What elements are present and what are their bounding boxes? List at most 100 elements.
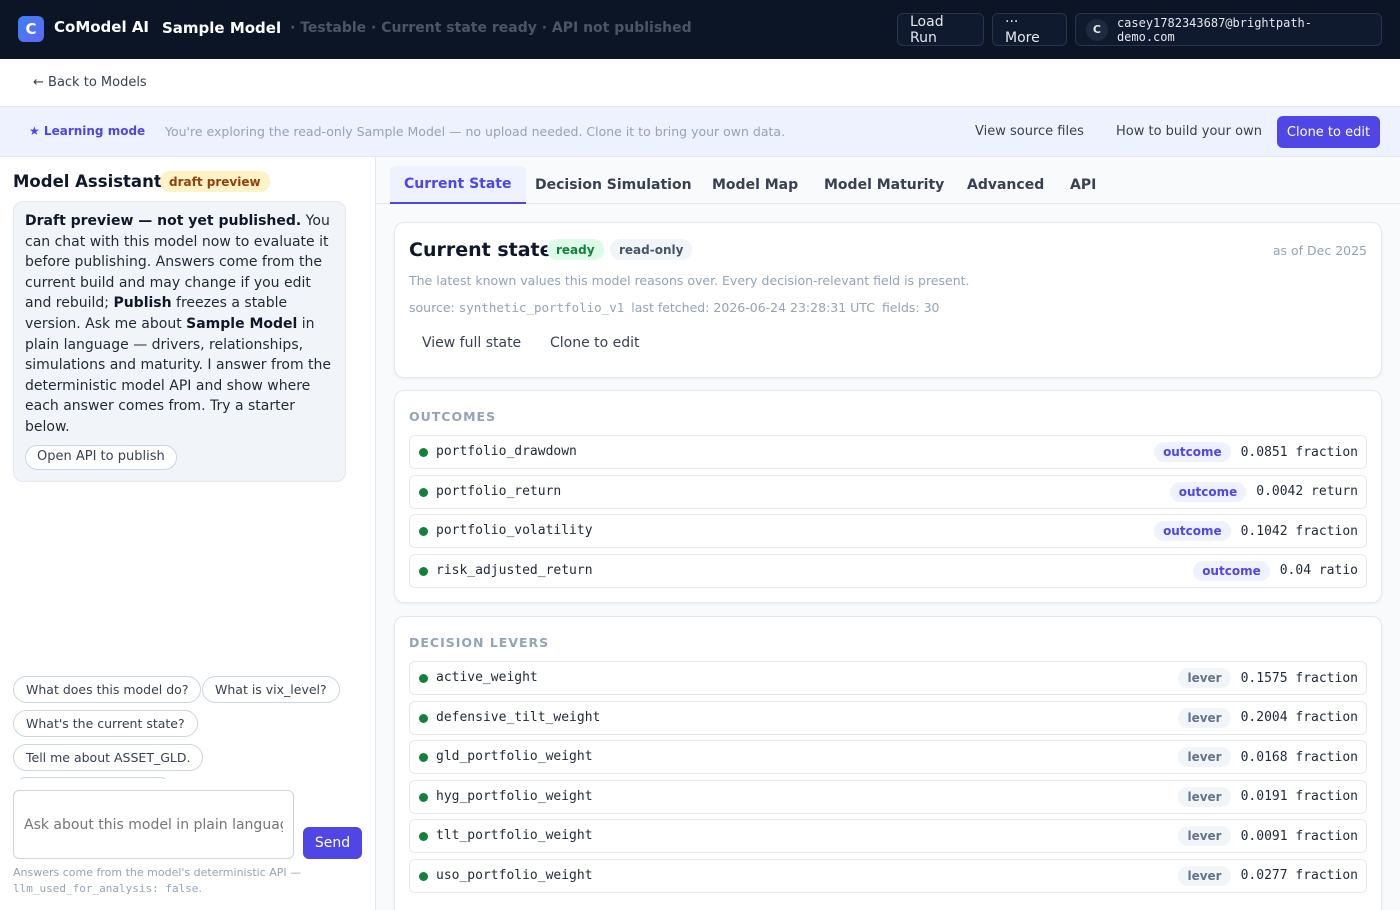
variable-type-tag: lever: [1178, 826, 1231, 846]
table-row[interactable]: portfolio_volatility outcome 0.1042 fracti…: [409, 514, 1367, 548]
variable-name: uso_portfolio_weight: [436, 867, 593, 883]
table-row[interactable]: portfolio_return outcome 0.0042 return: [409, 474, 1367, 509]
back-to-models-link[interactable]: ← Back to Models: [33, 75, 147, 90]
model-status: · Testable · Current state ready · API n…: [290, 20, 692, 36]
table-row[interactable]: risk_adjusted_return outcome 0.04 ratio: [409, 553, 1367, 588]
row-value-group: outcome 0.0042 return: [1169, 481, 1358, 502]
ask-input[interactable]: [13, 790, 294, 859]
row-value-group: lever 0.0191 fraction: [1178, 786, 1358, 807]
footnote-code: llm_used_for_analysis: false: [13, 882, 199, 895]
view-source-files-link[interactable]: View source files: [975, 124, 1084, 139]
current-state-title: Current state: [409, 239, 553, 261]
table-row[interactable]: hyg_portfolio_weight lever 0.0191 fraction: [409, 779, 1367, 814]
variable-type-tag: outcome: [1154, 442, 1231, 462]
draft-preview-badge: draft preview: [160, 171, 270, 192]
view-full-state-button[interactable]: View full state: [422, 335, 521, 351]
variable-value: 0.0277 fraction: [1240, 868, 1358, 883]
variable-value: 0.0191 fraction: [1240, 789, 1358, 804]
state-clone-to-edit-button[interactable]: Clone to edit: [550, 335, 640, 351]
tab-current-state[interactable]: Current State: [390, 166, 526, 204]
variable-type-tag: lever: [1178, 707, 1231, 728]
tab-model-maturity[interactable]: Model Maturity: [810, 166, 958, 204]
source-value: synthetic_portfolio_v1: [458, 300, 625, 315]
table-row[interactable]: portfolio_drawdown outcome 0.0851 fraction: [409, 435, 1367, 469]
learning-mode-text: You're exploring the read-only Sample Mo…: [165, 124, 786, 139]
status-dot: [419, 832, 428, 841]
ready-badge: ready: [547, 239, 604, 260]
variable-type-tag: lever: [1178, 865, 1231, 886]
how-to-build-link[interactable]: How to build your own: [1116, 124, 1262, 139]
notice-bold-1: Draft preview — not yet published.: [25, 213, 302, 229]
variable-type-tag: outcome: [1169, 481, 1247, 502]
variable-name: active_weight: [436, 670, 538, 685]
row-value-group: lever 0.1575 fraction: [1178, 668, 1358, 688]
tab-advanced[interactable]: Advanced: [953, 166, 1058, 204]
variable-value: 0.1042 fraction: [1240, 523, 1358, 539]
clone-to-edit-button[interactable]: Clone to edit: [1277, 116, 1380, 148]
starter-chips: What does this model do? What is vix_lev…: [0, 669, 376, 779]
footnote-end: .: [198, 882, 202, 895]
tab-model-map[interactable]: Model Map: [698, 166, 812, 204]
variable-name: portfolio_drawdown: [436, 444, 577, 459]
notice-bold-3: Sample Model: [186, 315, 298, 332]
row-value-group: lever 0.0277 fraction: [1178, 865, 1358, 886]
decision-levers-card: DECISION LEVERS active_weight lever 0.1575…: [394, 616, 1382, 910]
state-meta: source: synthetic_portfolio_v1 last fetc…: [409, 300, 940, 315]
main-panel: Current State Decision Simulation Model …: [376, 157, 1400, 910]
assistant-title: Model Assistant: [13, 172, 162, 191]
row-value-group: outcome 0.04 ratio: [1193, 560, 1358, 581]
starter-chip[interactable]: What is vix_level?: [202, 676, 340, 703]
tab-decision-simulation[interactable]: Decision Simulation: [521, 166, 706, 204]
variable-type-tag: outcome: [1193, 560, 1270, 581]
variable-value: 0.0168 fraction: [1240, 749, 1358, 765]
field-count: fields: 30: [881, 300, 940, 315]
row-value-group: outcome 0.1042 fraction: [1154, 521, 1358, 541]
variable-type-tag: lever: [1178, 747, 1231, 767]
app-logo[interactable]: C: [18, 16, 44, 42]
more-menu-button[interactable]: ··· More: [992, 13, 1067, 46]
row-value-group: outcome 0.0851 fraction: [1154, 442, 1358, 462]
notice-text-3: in plain language — drivers, relationshi…: [25, 315, 332, 435]
variable-name: tlt_portfolio_weight: [436, 828, 593, 843]
decision-levers-heading: DECISION LEVERS: [409, 635, 550, 650]
user-email: casey1782343687@brightpath-demo.com: [1116, 15, 1313, 44]
user-menu[interactable]: C casey1782343687@brightpath-demo.com: [1075, 13, 1382, 46]
as-of-date: as of Dec 2025: [1272, 243, 1367, 258]
model-name: Sample Model: [162, 19, 282, 37]
load-run-button[interactable]: Load Run: [897, 13, 984, 46]
row-value-group: lever 0.0168 fraction: [1178, 747, 1358, 767]
table-row[interactable]: active_weight lever 0.1575 fraction: [409, 661, 1367, 695]
learning-mode-title: ★ Learning mode: [29, 124, 146, 138]
table-row[interactable]: gld_portfolio_weight lever 0.0168 fraction: [409, 740, 1367, 774]
avatar: C: [1086, 18, 1108, 41]
variable-name: portfolio_return: [436, 483, 562, 499]
status-dot: [419, 487, 428, 497]
row-value-group: lever 0.0091 fraction: [1178, 826, 1358, 846]
variable-name: hyg_portfolio_weight: [436, 788, 593, 804]
variable-name: gld_portfolio_weight: [436, 749, 593, 764]
status-dot: [419, 527, 428, 536]
send-button[interactable]: Send: [303, 827, 362, 859]
draft-notice: Draft preview — not yet published. You c…: [13, 201, 346, 482]
open-api-button[interactable]: Open API to publish: [25, 445, 177, 470]
starter-chip[interactable]: What does this model do?: [13, 676, 202, 703]
starter-chip[interactable]: What's the current state?: [13, 710, 198, 737]
starter-chip-partial[interactable]: [13, 777, 173, 779]
variable-value: 0.0091 fraction: [1240, 828, 1358, 844]
variable-value: 0.1575 fraction: [1240, 670, 1358, 686]
tab-bar: Current State Decision Simulation Model …: [376, 157, 1400, 204]
table-row[interactable]: defensive_tilt_weight lever 0.2004 fractio…: [409, 700, 1367, 735]
starter-chip[interactable]: Tell me about ASSET_GLD.: [13, 744, 204, 771]
table-row[interactable]: uso_portfolio_weight lever 0.0277 fraction: [409, 858, 1367, 893]
brand-name[interactable]: CoModel AI: [54, 18, 149, 36]
variable-value: 0.2004 fraction: [1240, 710, 1358, 725]
tab-api[interactable]: API: [1056, 166, 1110, 204]
top-bar: C CoModel AI Sample Model · Testable · C…: [0, 0, 1400, 59]
variable-name: defensive_tilt_weight: [436, 709, 601, 725]
table-row[interactable]: tlt_portfolio_weight lever 0.0091 fraction: [409, 819, 1367, 853]
variable-value: 0.0851 fraction: [1240, 444, 1358, 460]
assistant-panel: Model Assistant draft preview Draft prev…: [0, 157, 376, 910]
outcomes-heading: OUTCOMES: [409, 409, 497, 424]
learning-mode-banner: ★ Learning mode You're exploring the rea…: [0, 107, 1400, 157]
footnote-text: Answers come from the model's determinis…: [13, 866, 302, 879]
